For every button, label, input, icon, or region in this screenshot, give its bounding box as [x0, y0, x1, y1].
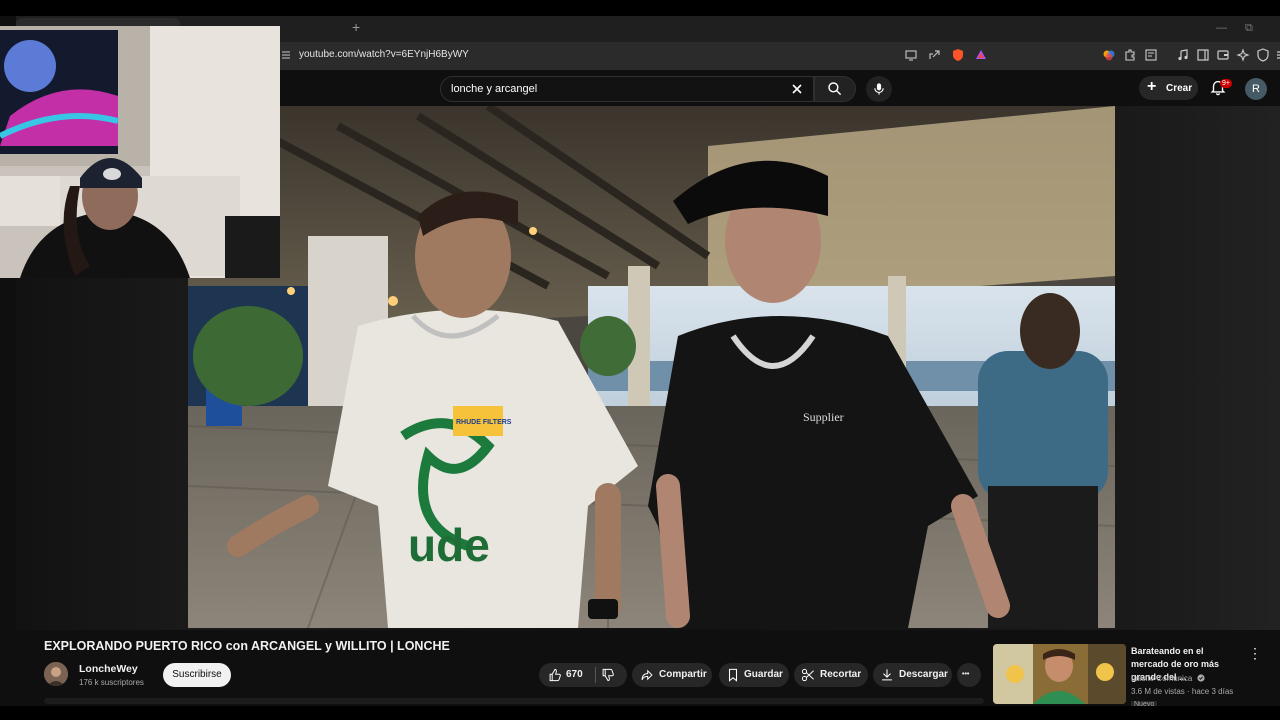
- search-icon: [828, 82, 842, 96]
- bookmark-icon: [728, 668, 738, 682]
- search-button[interactable]: [814, 76, 856, 102]
- thumbs-up-icon[interactable]: [548, 668, 562, 682]
- like-dislike-group: 670: [539, 663, 627, 687]
- verified-badge-icon: [1197, 674, 1205, 682]
- reading-list-icon[interactable]: [1144, 48, 1158, 62]
- save-button[interactable]: Guardar: [719, 663, 789, 687]
- cast-icon[interactable]: [904, 48, 918, 62]
- video-frame: ude RHUDE FILTERS Supplier: [188, 106, 1115, 628]
- site-settings-icon[interactable]: [279, 48, 293, 62]
- notification-badge: 9+: [1220, 79, 1232, 88]
- channel-avatar[interactable]: [44, 662, 68, 686]
- download-label: Descargar: [899, 669, 948, 680]
- video-title: EXPLORANDO PUERTO RICO con ARCANGEL y WI…: [44, 639, 450, 653]
- extension-color-icon[interactable]: [1102, 48, 1116, 62]
- suggested-channel-name: Luisito Comunica: [1131, 674, 1193, 683]
- brave-rewards-icon[interactable]: [974, 48, 988, 62]
- share-arrow-icon: [641, 669, 653, 681]
- thumbs-down-icon[interactable]: [601, 668, 615, 682]
- description-box-edge[interactable]: [44, 698, 984, 704]
- like-count[interactable]: 670: [566, 669, 583, 680]
- suggested-video-menu-icon[interactable]: ⋮: [1248, 645, 1262, 662]
- share-label: Compartir: [659, 669, 707, 680]
- user-avatar[interactable]: R: [1245, 78, 1267, 100]
- more-actions-button[interactable]: •••: [957, 663, 981, 687]
- create-label: Crear: [1166, 83, 1193, 94]
- plus-icon: +: [1147, 78, 1157, 95]
- create-button[interactable]: + Crear: [1139, 76, 1198, 100]
- scissors-icon: [801, 668, 814, 682]
- voice-search-button[interactable]: [866, 76, 892, 102]
- clip-label: Recortar: [820, 669, 862, 680]
- share-button[interactable]: Compartir: [632, 663, 712, 687]
- wallet-icon[interactable]: [1216, 48, 1230, 62]
- shirt-print-left: ude: [408, 519, 490, 571]
- webcam-overlay: [0, 26, 280, 278]
- close-icon[interactable]: [789, 81, 805, 97]
- letterbox-top: [0, 0, 1280, 16]
- search-query[interactable]: lonche y arcangel: [451, 83, 537, 95]
- subscribe-button[interactable]: Suscribirse: [163, 663, 231, 687]
- shirt-patch-text: RHUDE FILTERS: [456, 419, 512, 426]
- maximize-button[interactable]: ⧉: [1245, 22, 1253, 35]
- letterbox-bottom: [0, 706, 1280, 720]
- clip-button[interactable]: Recortar: [794, 663, 868, 687]
- menu-icon[interactable]: [1274, 48, 1280, 62]
- brave-shield-icon[interactable]: [951, 48, 965, 62]
- suggested-video-channel[interactable]: Luisito Comunica: [1131, 674, 1205, 683]
- new-tab-button[interactable]: +: [352, 19, 360, 35]
- video-player[interactable]: ude RHUDE FILTERS Supplier: [188, 106, 1115, 628]
- vpn-shield-icon[interactable]: [1256, 48, 1270, 62]
- search-input[interactable]: lonche y arcangel: [440, 76, 814, 102]
- minimize-button[interactable]: —: [1216, 22, 1227, 34]
- more-dots-icon: •••: [962, 671, 970, 678]
- extensions-puzzle-icon[interactable]: [1123, 48, 1137, 62]
- media-control-icon[interactable]: [1176, 48, 1190, 62]
- suggested-video-thumbnail[interactable]: [993, 644, 1126, 704]
- microphone-icon: [874, 83, 884, 95]
- save-label: Guardar: [744, 669, 783, 680]
- leo-ai-icon[interactable]: [1236, 48, 1250, 62]
- shirt-print-right: Supplier: [803, 410, 844, 424]
- screen: + — ⧉ youtube.com/watch?v=6EYnjH6ByWY lo…: [0, 0, 1280, 720]
- subscriber-count: 176 k suscriptores: [79, 678, 144, 687]
- pill-divider: [595, 667, 596, 683]
- download-icon: [882, 669, 892, 681]
- share-page-icon[interactable]: [927, 48, 941, 62]
- download-button[interactable]: Descargar: [873, 663, 952, 687]
- url-text[interactable]: youtube.com/watch?v=6EYnjH6ByWY: [299, 49, 469, 60]
- channel-name[interactable]: LoncheWey: [79, 663, 138, 675]
- sidebar-icon[interactable]: [1196, 48, 1210, 62]
- suggested-video-meta: 3.6 M de vistas · hace 3 días: [1131, 687, 1234, 696]
